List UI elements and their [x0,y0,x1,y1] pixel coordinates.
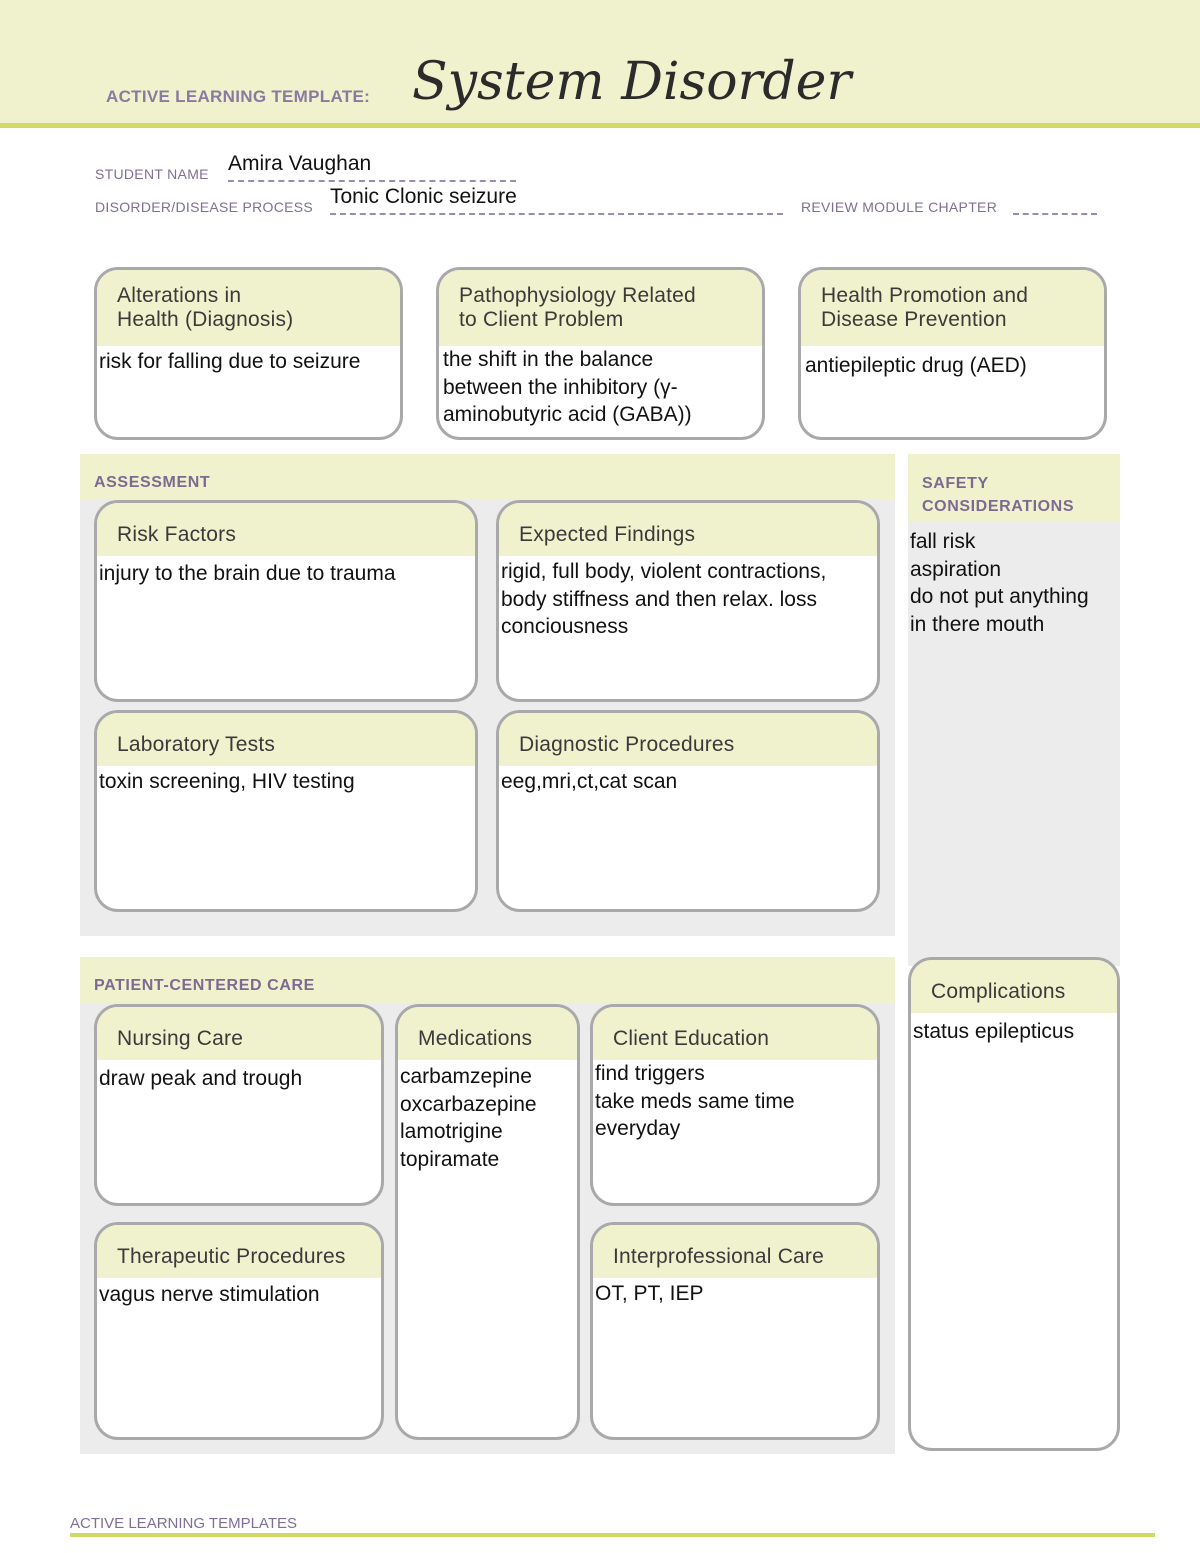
footer-divider [70,1533,1155,1537]
pathophysiology-box: Pathophysiology Related to Client Proble… [436,267,765,440]
expected-findings-box: Expected Findings rigid, full body, viol… [496,500,880,702]
nursing-care-title: Nursing Care [97,1007,381,1060]
pathophysiology-title: Pathophysiology Related to Client Proble… [439,270,762,346]
interprofessional-care-content[interactable]: OT, PT, IEP [593,1278,877,1308]
health-promotion-title: Health Promotion and Disease Prevention [801,270,1104,346]
safety-header: SAFETY CONSIDERATIONS [908,454,1120,522]
medications-title: Medications [398,1007,577,1060]
safety-panel: SAFETY CONSIDERATIONS fall risk aspirati… [908,454,1120,966]
alterations-title: Alterations in Health (Diagnosis) [97,270,400,346]
therapeutic-procedures-content[interactable]: vagus nerve stimulation [97,1278,381,1309]
footer-label: ACTIVE LEARNING TEMPLATES [70,1515,297,1532]
risk-factors-content[interactable]: injury to the brain due to trauma [97,556,475,588]
review-module-line [1013,213,1097,215]
interprofessional-care-title: Interprofessional Care [593,1225,877,1278]
health-promotion-box: Health Promotion and Disease Prevention … [798,267,1107,440]
patient-centered-care-header: PATIENT-CENTERED CARE [80,957,895,1003]
patient-centered-care-title: PATIENT-CENTERED CARE [94,977,315,994]
assessment-header: ASSESSMENT [80,454,895,500]
laboratory-tests-title: Laboratory Tests [97,713,475,766]
header-divider [0,123,1200,128]
complications-title: Complications [911,960,1117,1013]
client-education-box: Client Education find triggers take meds… [590,1004,880,1206]
assessment-title: ASSESSMENT [94,474,211,491]
alterations-in-health-box: Alterations in Health (Diagnosis) risk f… [94,267,403,440]
disorder-field[interactable]: Tonic Clonic seizure [330,185,517,209]
safety-content[interactable]: fall risk aspiration do not put anything… [908,528,1089,638]
nursing-care-content[interactable]: draw peak and trough [97,1060,381,1093]
health-promotion-content[interactable]: antiepileptic drug (AED) [801,346,1104,380]
template-title: System Disorder [412,52,852,112]
medications-content[interactable]: carbamzepine oxcarbazepine lamotrigine t… [398,1060,577,1173]
nursing-care-box: Nursing Care draw peak and trough [94,1004,384,1206]
disorder-label: DISORDER/DISEASE PROCESS [95,199,314,215]
pathophysiology-content[interactable]: the shift in the balance between the inh… [439,346,762,429]
safety-title: SAFETY CONSIDERATIONS [922,475,1075,515]
template-label: ACTIVE LEARNING TEMPLATE: [106,87,371,106]
alterations-content[interactable]: risk for falling due to seizure [97,346,400,376]
client-education-title: Client Education [593,1007,877,1060]
laboratory-tests-box: Laboratory Tests toxin screening, HIV te… [94,710,478,912]
student-name-field[interactable]: Amira Vaughan [228,152,371,176]
expected-findings-title: Expected Findings [499,503,877,556]
student-name-line [228,180,516,182]
expected-findings-content[interactable]: rigid, full body, violent contractions, … [499,556,877,641]
diagnostic-procedures-box: Diagnostic Procedures eeg,mri,ct,cat sca… [496,710,880,912]
risk-factors-box: Risk Factors injury to the brain due to … [94,500,478,702]
diagnostic-procedures-title: Diagnostic Procedures [499,713,877,766]
student-name-label: STUDENT NAME [95,166,209,182]
therapeutic-procedures-title: Therapeutic Procedures [97,1225,381,1278]
complications-box: Complications status epilepticus [908,957,1120,1451]
diagnostic-procedures-content[interactable]: eeg,mri,ct,cat scan [499,766,877,796]
therapeutic-procedures-box: Therapeutic Procedures vagus nerve stimu… [94,1222,384,1440]
disorder-line [330,213,783,215]
review-module-label: REVIEW MODULE CHAPTER [801,199,998,215]
complications-content[interactable]: status epilepticus [911,1013,1117,1046]
client-education-content[interactable]: find triggers take meds same time everyd… [593,1060,877,1143]
laboratory-tests-content[interactable]: toxin screening, HIV testing [97,766,475,796]
medications-box: Medications carbamzepine oxcarbazepine l… [395,1004,580,1440]
risk-factors-title: Risk Factors [97,503,475,556]
interprofessional-care-box: Interprofessional Care OT, PT, IEP [590,1222,880,1440]
